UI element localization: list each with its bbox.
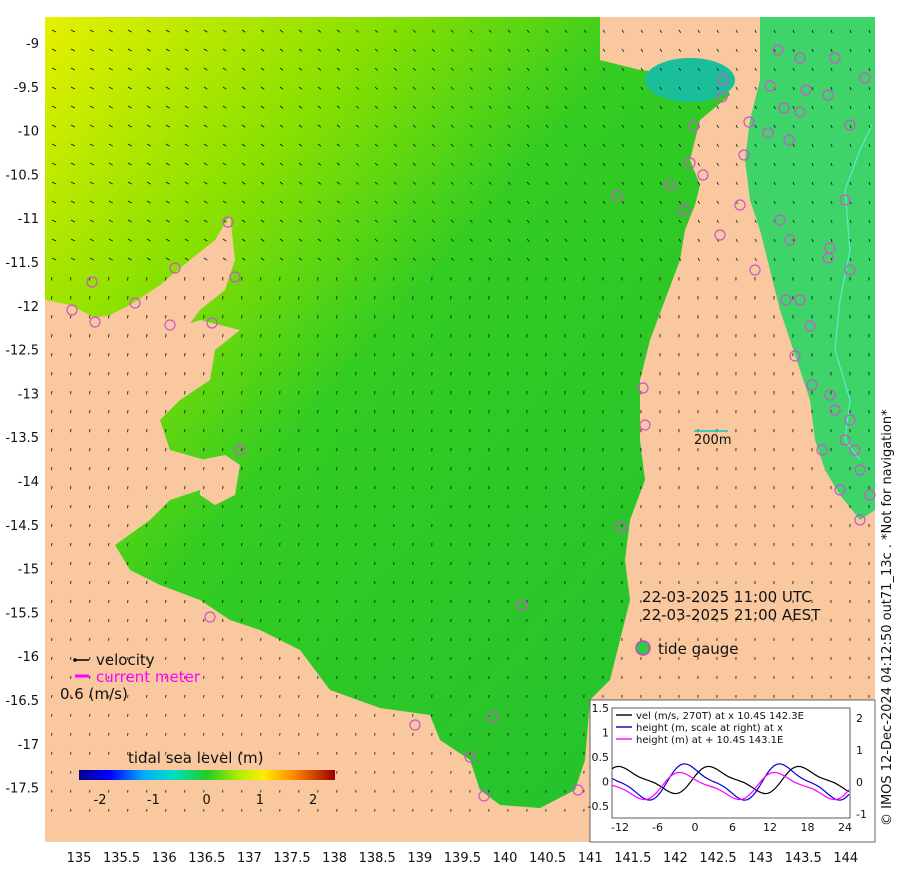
y-tick-label: -12 xyxy=(18,300,39,315)
y-tick-label: -9.5 xyxy=(14,81,39,96)
x-tick-label: 141 xyxy=(578,851,603,866)
x-tick-label: 143 xyxy=(748,851,773,866)
x-tick-label: 141.5 xyxy=(614,851,651,866)
colorbar xyxy=(79,770,335,780)
copyright-notice: © IMOS 12-Dec-2024 04:12:50 out71_13c . … xyxy=(880,409,895,826)
inset-y-left-tick: 1 xyxy=(602,727,609,740)
x-tick-label: 137.5 xyxy=(273,851,310,866)
inset-y-left-tick: 0 xyxy=(602,776,609,789)
y-tick-label: -11 xyxy=(18,212,39,227)
x-tick-label: 139 xyxy=(407,851,432,866)
tide-gauge-label: tide gauge xyxy=(658,640,739,658)
x-tick-label: 142 xyxy=(663,851,688,866)
inset-legend-label: height (m, scale at right) at x xyxy=(636,723,783,734)
x-tick-label: 143.5 xyxy=(785,851,822,866)
y-tick-label: -13.5 xyxy=(5,431,39,446)
y-tick-label: -12.5 xyxy=(5,344,39,359)
y-tick-label: -17.5 xyxy=(5,782,39,797)
x-tick-label: 139.5 xyxy=(444,851,481,866)
inset-y-right-tick: 0 xyxy=(856,776,863,789)
timestamp-utc: 22-03-2025 11:00 UTC xyxy=(642,588,812,606)
x-tick-label: 136 xyxy=(152,851,177,866)
inset-timeseries: vel (m/s, 270T) at x 10.4S 142.3Eheight … xyxy=(588,702,867,834)
y-tick-label: -10.5 xyxy=(5,168,39,183)
current-meter-label: current meter xyxy=(96,668,201,686)
y-tick-label: -15 xyxy=(18,563,39,578)
y-tick-label: -9 xyxy=(26,37,39,52)
inset-x-tick: -6 xyxy=(652,821,663,834)
x-axis-ticks: 135 135.5 136 136.5 137 137.5 138 138.5 139 139.5… xyxy=(67,851,859,866)
x-tick-label: 142.5 xyxy=(699,851,736,866)
y-tick-label: -15.5 xyxy=(5,606,39,621)
inset-x-tick: -12 xyxy=(611,821,629,834)
inset-legend-label: height (m) at + 10.4S 143.1E xyxy=(636,735,783,746)
x-tick-label: 135.5 xyxy=(103,851,140,866)
inset-y-right-tick: 2 xyxy=(856,712,863,725)
y-tick-label: -16.5 xyxy=(5,694,39,709)
x-tick-label: 140 xyxy=(493,851,518,866)
inset-y-right-tick: -1 xyxy=(856,808,867,821)
y-tick-label: -11.5 xyxy=(5,256,39,271)
inset-y-right-tick: 1 xyxy=(856,744,863,757)
y-tick-label: -10 xyxy=(18,125,39,140)
y-tick-label: -14 xyxy=(18,475,39,490)
colorbar-tick-label: -2 xyxy=(94,793,107,808)
inset-x-tick: 12 xyxy=(763,821,777,834)
inset-y-left-tick: -0.5 xyxy=(588,800,609,813)
x-tick-label: 137 xyxy=(237,851,262,866)
y-tick-label: -16 xyxy=(18,650,39,665)
colorbar-tick-label: 2 xyxy=(309,793,317,808)
tide-gauge-legend-icon xyxy=(635,640,651,656)
inset-x-tick: 6 xyxy=(729,821,736,834)
colorbar-tick-label: 1 xyxy=(256,793,264,808)
inset-y-left-tick: 0.5 xyxy=(592,751,610,764)
colorbar-tick-label: -1 xyxy=(147,793,160,808)
velocity-label: velocity xyxy=(96,651,155,669)
tide-map: 135 135.5 136 136.5 137 137.5 138 138.5 139 139.5… xyxy=(5,17,876,866)
colorbar-title: tidal sea level (m) xyxy=(128,749,263,767)
inset-legend-label: vel (m/s, 270T) at x 10.4S 142.3E xyxy=(636,711,804,722)
velocity-legend-dot xyxy=(73,658,77,662)
scale-label: 200m xyxy=(694,433,731,448)
inset-x-tick: 0 xyxy=(692,821,699,834)
y-tick-label: -13 xyxy=(18,387,39,402)
y-tick-label: -17 xyxy=(18,738,39,753)
x-tick-label: 136.5 xyxy=(188,851,225,866)
velocity-scale-label: 0.6 (m/s) xyxy=(60,685,128,703)
x-tick-label: 140.5 xyxy=(529,851,566,866)
y-tick-label: -14.5 xyxy=(5,519,39,534)
inset-y-left-tick: 1.5 xyxy=(592,702,610,715)
colorbar-tick-label: 0 xyxy=(202,793,210,808)
x-tick-label: 138 xyxy=(322,851,347,866)
inset-x-tick: 18 xyxy=(801,821,815,834)
x-tick-label: 144 xyxy=(833,851,858,866)
inset-x-tick: 24 xyxy=(838,821,852,834)
torres-strait xyxy=(645,58,735,102)
y-axis-ticks: -9 -9.5 -10 -10.5 -11 -11.5 -12 -12.5 -13 -13.5 -1… xyxy=(5,37,39,797)
timestamp-aest: 22-03-2025 21:00 AEST xyxy=(642,606,821,624)
x-tick-label: 138.5 xyxy=(359,851,396,866)
x-tick-label: 135 xyxy=(67,851,92,866)
